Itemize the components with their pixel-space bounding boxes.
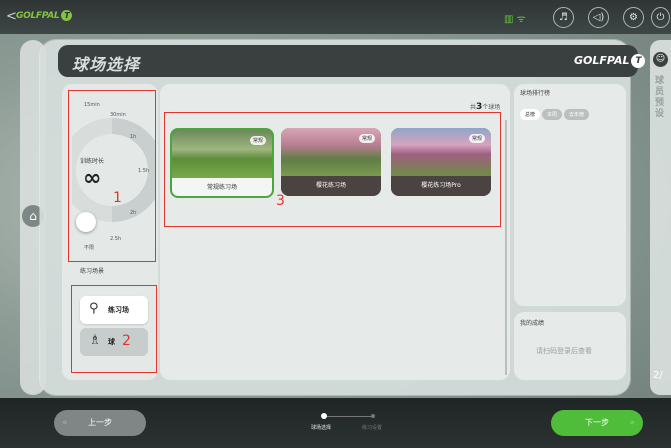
double-chevron-left-icon: «	[62, 418, 68, 428]
tab-last-year[interactable]: 去年榜	[564, 109, 590, 120]
leaderboard-tabs: 总榜 本周 去年榜	[520, 101, 591, 120]
volume-icon[interactable]: ◁)	[588, 7, 609, 28]
player-icon: ☺	[653, 52, 668, 67]
next-step-label: 下一步	[585, 418, 609, 427]
annotation-box-1	[68, 90, 156, 262]
scrollbar[interactable]	[505, 120, 507, 375]
tab-all[interactable]: 总榜	[520, 109, 541, 120]
step-label: 练习设置	[362, 425, 383, 431]
page-indicator: 2/	[653, 370, 663, 381]
step-dot-active	[321, 413, 327, 419]
double-chevron-right-icon: »	[629, 418, 635, 428]
brand-logo-text: GOLFPAL	[574, 54, 630, 67]
leaderboard-title: 球场排行榜	[520, 90, 551, 97]
my-score-title: 我的成绩	[520, 320, 545, 327]
annotation-box-2	[71, 285, 157, 373]
step-dot	[371, 414, 375, 418]
app-logo-badge: T	[61, 10, 73, 21]
brand-logo-badge: T	[631, 54, 646, 68]
scene-label: 练习场景	[80, 268, 105, 275]
prev-step-button[interactable]: « 上一步	[54, 410, 146, 436]
app-logo-text: GOLFPAL	[16, 11, 60, 21]
app-logo: GOLFPAL T	[16, 10, 73, 21]
annotation-number: 2	[122, 333, 131, 349]
player-preset-label: 球员预设	[655, 76, 665, 119]
next-step-button[interactable]: 下一步 »	[551, 410, 643, 436]
title-bar	[58, 45, 638, 77]
music-icon[interactable]: ♬	[553, 7, 574, 28]
power-icon[interactable]: ⏻	[651, 7, 670, 28]
annotation-number: 1	[113, 190, 122, 206]
prev-step-label: 上一步	[88, 418, 112, 427]
course-count: 共3个球场	[470, 102, 501, 112]
step-label: 球场选择	[311, 425, 332, 431]
connection-status-icons: ▥ ᯤ	[504, 14, 526, 25]
login-hint: 请扫码登录后查看	[536, 347, 592, 355]
brand-logo: GOLFPAL T	[574, 54, 646, 68]
tab-week[interactable]: 本周	[542, 109, 563, 120]
page-title: 球场选择	[72, 55, 141, 74]
annotation-number: 3	[276, 193, 285, 209]
settings-icon[interactable]: ⚙	[623, 7, 644, 28]
annotation-box-3	[164, 112, 501, 227]
stepper-line	[327, 416, 373, 417]
